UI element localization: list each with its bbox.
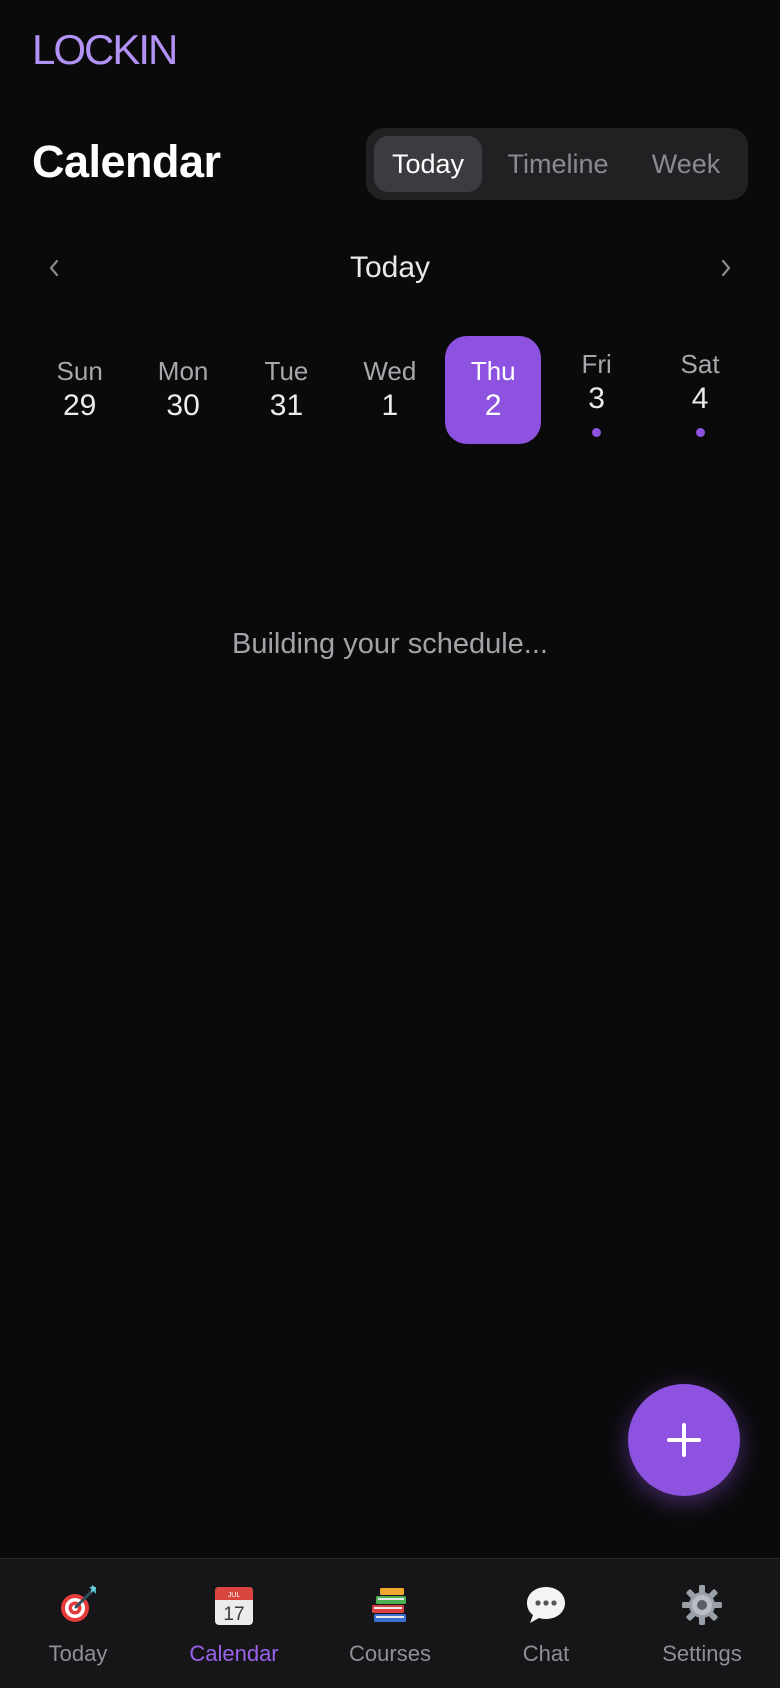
- day-number: 31: [269, 389, 304, 422]
- add-event-button[interactable]: [628, 1384, 740, 1496]
- gear-icon: [680, 1583, 724, 1627]
- day-name: Sun: [56, 356, 103, 386]
- target-icon: [56, 1583, 100, 1627]
- chevron-right-icon: [721, 259, 731, 277]
- bottom-tab-bar: Today JUL 17 Calendar Courses Chat Setti…: [0, 1558, 780, 1688]
- tab-label: Calendar: [189, 1641, 279, 1666]
- tab-chat[interactable]: Chat: [468, 1559, 624, 1688]
- day-number: 4: [691, 382, 709, 415]
- prev-button[interactable]: [32, 246, 76, 290]
- day-number: 2: [484, 389, 502, 422]
- tab-today-view[interactable]: Today: [374, 136, 482, 192]
- brand-logo: LOCKIN: [32, 26, 178, 73]
- day-name: Thu: [470, 356, 516, 386]
- next-button[interactable]: [704, 246, 748, 290]
- calendar-icon: JUL 17: [212, 1583, 256, 1627]
- day-number: 1: [381, 389, 399, 422]
- tab-label: Chat: [522, 1641, 570, 1666]
- day-name: Tue: [264, 356, 309, 386]
- day-number: 29: [63, 389, 97, 422]
- day-number: 3: [588, 382, 605, 415]
- day-name: Wed: [363, 356, 417, 386]
- books-icon: [368, 1583, 412, 1627]
- day-thu-selected[interactable]: Thu 2: [442, 336, 545, 444]
- day-wed[interactable]: Wed 1: [338, 336, 441, 444]
- calendar-screen: LOCKIN Calendar Today Timeline Week Toda…: [0, 0, 780, 1688]
- event-dot: [592, 428, 602, 437]
- day-name: Sat: [680, 349, 720, 379]
- plus-icon: [667, 1423, 701, 1457]
- day-fri[interactable]: Fri 3: [545, 336, 648, 444]
- tab-week-view[interactable]: Week: [634, 136, 738, 192]
- view-switcher: Today Timeline Week: [366, 128, 748, 200]
- tab-label: Today: [48, 1641, 108, 1666]
- tab-courses[interactable]: Courses: [312, 1559, 468, 1688]
- tab-label: Settings: [662, 1641, 742, 1666]
- week-strip: Sun 29 Mon 30 Tue 31 Wed 1 Thu 2 Fri 3 S…: [28, 336, 752, 444]
- svg-text:JUL: JUL: [228, 1592, 241, 1599]
- chat-bubble-icon: [524, 1583, 568, 1627]
- chevron-left-icon: [49, 259, 59, 277]
- day-number: 30: [166, 389, 200, 422]
- day-name: Mon: [157, 356, 209, 386]
- tab-label: Courses: [349, 1641, 431, 1666]
- day-name: Fri: [581, 349, 612, 379]
- current-date-label: Today: [349, 251, 431, 284]
- tab-settings[interactable]: Settings: [624, 1559, 780, 1688]
- tab-timeline-view[interactable]: Timeline: [482, 136, 634, 192]
- svg-text:17: 17: [223, 1604, 244, 1625]
- event-dot: [695, 428, 705, 437]
- loading-message: Building your schedule...: [232, 628, 548, 660]
- date-navigator: Today: [32, 244, 748, 292]
- tab-calendar[interactable]: JUL 17 Calendar: [156, 1559, 312, 1688]
- day-sat[interactable]: Sat 4: [648, 336, 751, 444]
- day-mon[interactable]: Mon 30: [131, 336, 234, 444]
- day-tue[interactable]: Tue 31: [235, 336, 338, 444]
- tab-today[interactable]: Today: [0, 1559, 156, 1688]
- page-title: Calendar: [32, 136, 221, 187]
- day-sun[interactable]: Sun 29: [28, 336, 131, 444]
